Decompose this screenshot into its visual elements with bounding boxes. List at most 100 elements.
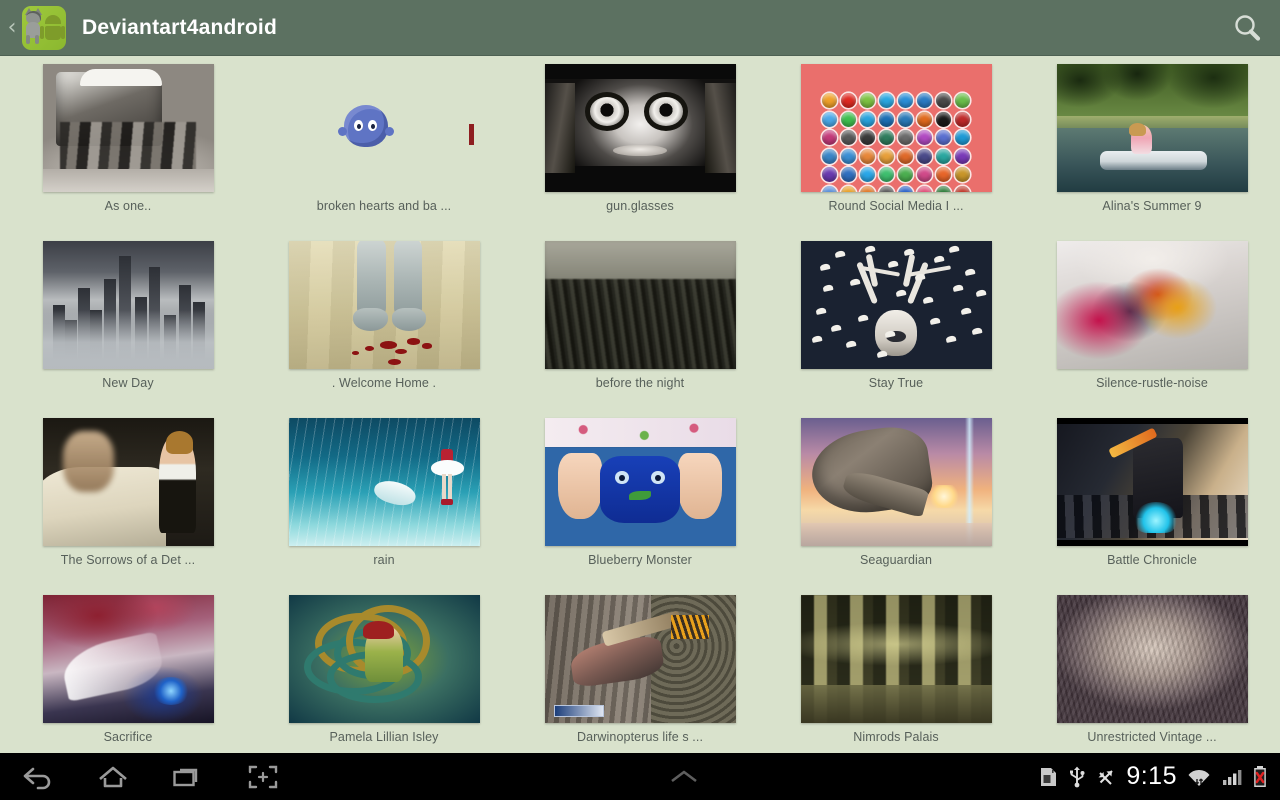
social-icon-dot	[917, 148, 932, 164]
artwork-thumbnail[interactable]	[42, 241, 214, 369]
artwork-thumbnail[interactable]	[544, 241, 736, 369]
nav-buttons-group	[0, 753, 330, 800]
grid-row: As one.. broken hearts and ba ... gun.glas…	[0, 57, 1280, 234]
artwork-thumbnail[interactable]	[800, 241, 992, 369]
artwork-thumbnail[interactable]	[1056, 595, 1248, 723]
artwork-item[interactable]: gun.glasses	[512, 57, 768, 234]
system-navigation-bar: 9:15	[0, 753, 1280, 800]
artwork-item[interactable]: Darwinopterus life s ...	[512, 588, 768, 753]
artwork-image	[800, 418, 992, 546]
artwork-item[interactable]: Silence-rustle-noise	[1024, 234, 1280, 411]
social-icon-dot	[879, 148, 894, 164]
artwork-item[interactable]: Stay True	[768, 234, 1024, 411]
grid-row: The Sorrows of a Det ... rain Blueberry Mo…	[0, 411, 1280, 588]
screenshot-button[interactable]	[225, 753, 300, 800]
artwork-thumbnail[interactable]	[288, 418, 480, 546]
battery-error-icon	[1254, 765, 1266, 787]
artwork-thumbnail[interactable]	[1056, 64, 1248, 192]
artwork-thumbnail[interactable]	[544, 64, 736, 192]
recent-apps-button[interactable]	[150, 753, 225, 800]
artwork-item[interactable]: As one..	[0, 57, 256, 234]
social-icon-dot	[860, 148, 875, 164]
artwork-thumbnail[interactable]	[544, 595, 736, 723]
usb-icon	[1070, 766, 1085, 787]
artwork-item[interactable]: Sacrifice	[0, 588, 256, 753]
social-icon-dot	[879, 93, 894, 108]
social-icon-dot	[955, 185, 970, 192]
loading-blob-icon	[338, 105, 394, 147]
artwork-image	[1056, 241, 1248, 369]
social-icon-dot	[955, 111, 970, 127]
artwork-item[interactable]: broken hearts and ba ...	[256, 57, 512, 234]
social-icon-dot	[955, 148, 970, 164]
artwork-grid[interactable]: As one.. broken hearts and ba ... gun.glas…	[0, 57, 1280, 753]
artwork-item[interactable]: . Welcome Home .	[256, 234, 512, 411]
back-button[interactable]	[0, 753, 75, 800]
blob-left-eye	[354, 120, 363, 131]
artwork-title: Nimrods Palais	[853, 730, 939, 744]
artwork-image	[288, 418, 480, 546]
social-icon-dot	[822, 148, 837, 164]
home-button[interactable]	[75, 753, 150, 800]
social-icon-dot	[822, 130, 837, 145]
status-icons-group[interactable]: 9:15	[1038, 753, 1280, 800]
recent-apps-icon	[172, 768, 197, 786]
artwork-thumbnail[interactable]	[1056, 241, 1248, 369]
artwork-image	[42, 595, 214, 723]
social-icon-dot	[822, 185, 837, 192]
artwork-image	[544, 595, 736, 723]
artwork-thumbnail[interactable]	[42, 418, 214, 546]
artwork-title: before the night	[595, 376, 685, 390]
artwork-thumbnail-wrapper	[512, 234, 768, 369]
artwork-item[interactable]: before the night	[512, 234, 768, 411]
artwork-title: Pamela Lillian Isley	[329, 730, 439, 744]
app-icon	[22, 5, 66, 50]
action-bar: ‹ Deviantart4android	[0, 0, 1280, 56]
back-arrow-icon	[23, 767, 50, 789]
social-icon-dot	[822, 167, 837, 182]
social-icon-dot	[955, 167, 970, 182]
artwork-title: Darwinopterus life s ...	[576, 730, 704, 744]
artwork-thumbnail[interactable]	[42, 595, 214, 723]
artwork-thumbnail-wrapper	[0, 411, 256, 546]
artwork-thumbnail-wrapper	[512, 411, 768, 546]
artwork-thumbnail[interactable]	[42, 64, 214, 192]
artwork-image	[288, 241, 480, 369]
artwork-item[interactable]: Seaguardian	[768, 411, 1024, 588]
artwork-item[interactable]: Unrestricted Vintage ...	[1024, 588, 1280, 753]
android-left-arm	[40, 25, 44, 39]
social-icon-dot	[898, 148, 913, 164]
artwork-item[interactable]: Blueberry Monster	[512, 411, 768, 588]
artwork-item[interactable]: Alina's Summer 9	[1024, 57, 1280, 234]
artwork-thumbnail[interactable]	[1056, 418, 1248, 546]
artwork-item[interactable]: New Day	[0, 234, 256, 411]
social-icon-dot	[917, 93, 932, 108]
artwork-thumbnail[interactable]	[800, 418, 992, 546]
social-icon-dot	[841, 167, 856, 182]
artwork-image	[800, 64, 992, 192]
artwork-item[interactable]: Battle Chronicle	[1024, 411, 1280, 588]
artwork-item[interactable]: Nimrods Palais	[768, 588, 1024, 753]
artwork-thumbnail[interactable]	[800, 595, 992, 723]
artwork-thumbnail-wrapper	[512, 57, 768, 192]
artwork-item[interactable]: The Sorrows of a Det ...	[0, 411, 256, 588]
android-head-shape	[45, 14, 61, 24]
up-navigation-caret[interactable]: ‹	[4, 16, 20, 39]
artwork-item[interactable]: rain	[256, 411, 512, 588]
artwork-thumbnail[interactable]	[800, 64, 992, 192]
artwork-item[interactable]: Pamela Lillian Isley	[256, 588, 512, 753]
social-icon-dot	[860, 111, 875, 127]
grid-row: New Day . Welcome Home . before the night S…	[0, 234, 1280, 411]
social-icon-dot	[879, 130, 894, 145]
artwork-image	[544, 241, 736, 369]
social-icon-dot	[898, 111, 913, 127]
artwork-thumbnail[interactable]	[288, 241, 480, 369]
social-icon-dot	[917, 111, 932, 127]
notification-shade-handle[interactable]	[330, 766, 1038, 788]
wifi-icon	[1188, 769, 1210, 786]
artwork-item[interactable]: Round Social Media I ...	[768, 57, 1024, 234]
artwork-thumbnail[interactable]	[544, 418, 736, 546]
android-body-shape	[45, 25, 61, 40]
artwork-thumbnail[interactable]	[288, 595, 480, 723]
search-button[interactable]	[1214, 0, 1280, 56]
